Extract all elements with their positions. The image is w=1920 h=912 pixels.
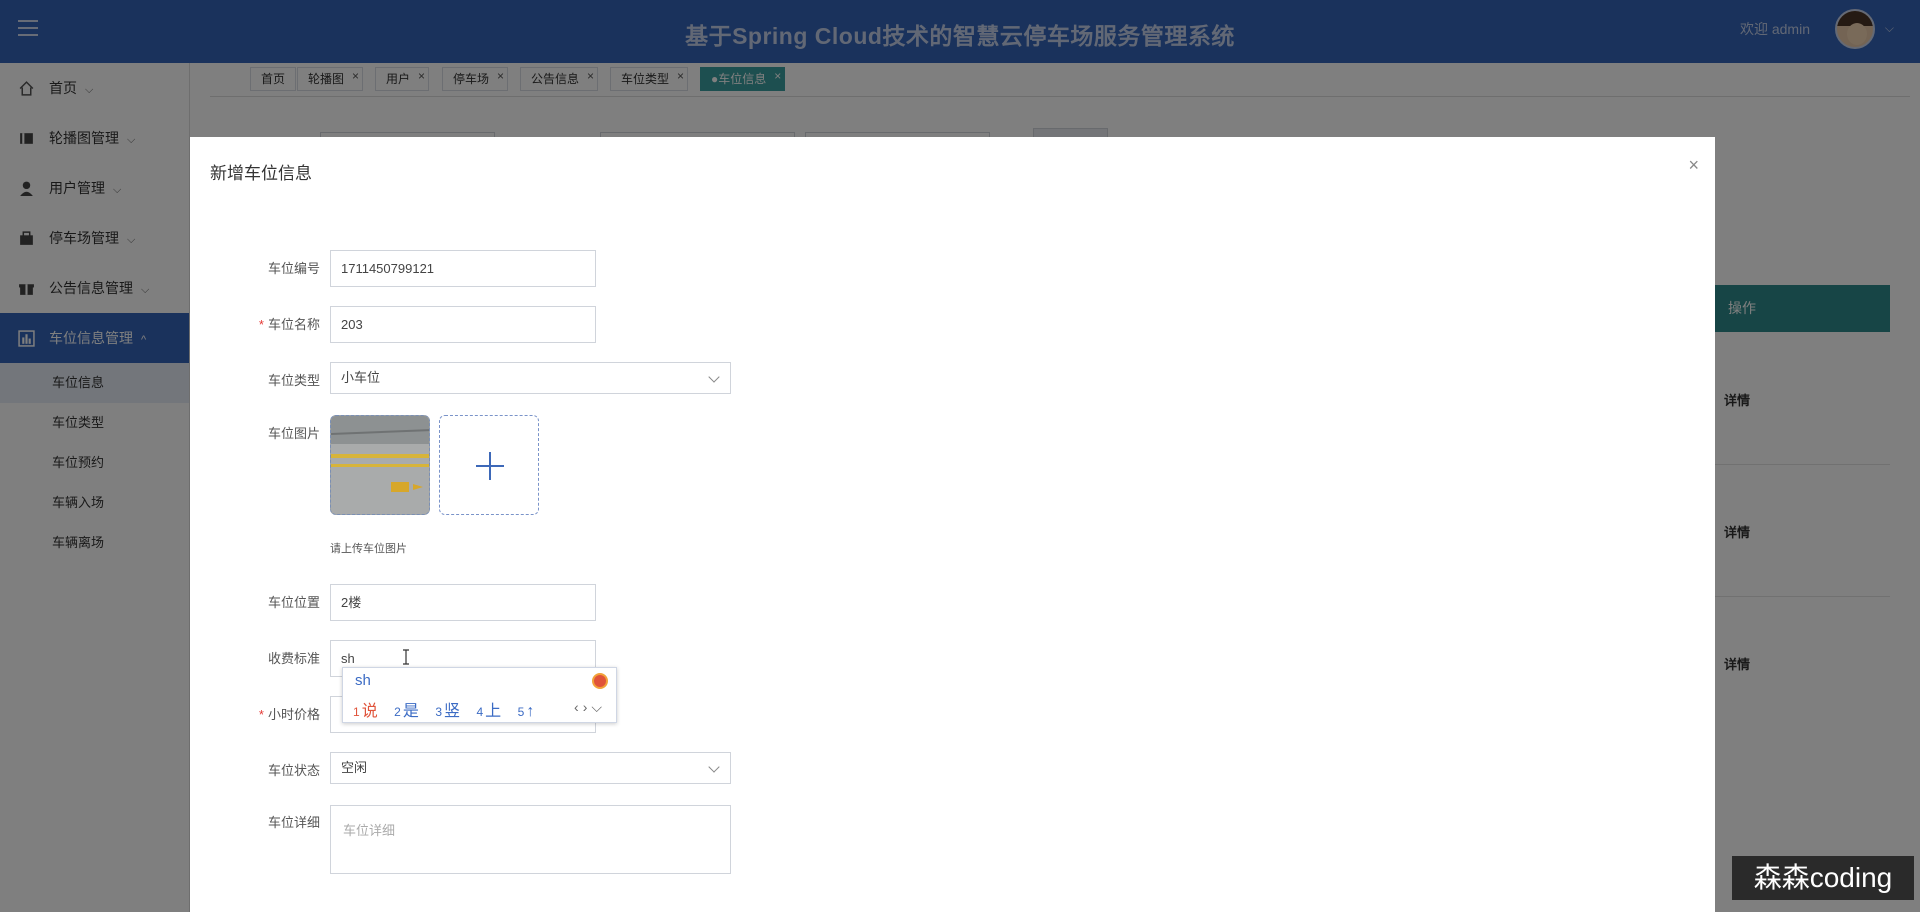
ime-composition: sh — [355, 672, 371, 689]
dialog-title: 新增车位信息 — [210, 164, 312, 183]
field-label-code: 车位编号 — [190, 258, 320, 277]
field-label-type: 车位类型 — [190, 370, 320, 389]
upload-hint: 请上传车位图片 — [330, 543, 407, 555]
label-text: 车位类型 — [267, 373, 320, 388]
chevron-down-icon — [708, 371, 720, 383]
candidate-text: 竖 — [444, 703, 461, 720]
chevron-left-icon[interactable]: ‹ — [574, 699, 583, 715]
candidate-number: 4 — [476, 705, 484, 719]
select-value: 小车位 — [341, 370, 381, 385]
ime-candidate[interactable]: 5 ↑ — [518, 703, 535, 721]
add-space-dialog: 新增车位信息 × 车位编号 1711450799121 * 车位名称 203 车位… — [190, 137, 1715, 912]
ime-logo-icon — [592, 673, 608, 689]
close-icon[interactable]: × — [1688, 155, 1699, 176]
chevron-down-icon[interactable]: ⌵ — [591, 699, 606, 715]
candidate-number: 1 — [353, 705, 360, 719]
ime-candidate[interactable]: 3竖 — [435, 697, 460, 721]
textarea-placeholder: 车位详细 — [343, 823, 396, 838]
image-upload-button[interactable] — [439, 415, 539, 515]
field-label-hourly: * 小时价格 — [190, 704, 320, 723]
candidate-number: 2 — [394, 705, 401, 719]
field-label-fee: 收费标准 — [190, 648, 320, 667]
label-text: 车位编号 — [267, 261, 320, 276]
ime-candidate[interactable]: 1说 — [353, 697, 378, 721]
ime-candidate-list: 1说 2是 3竖 4上 5 ↑ — [353, 697, 546, 721]
field-label-image: 车位图片 — [190, 423, 320, 442]
candidate-number: 5 — [517, 705, 525, 719]
space-status-select[interactable]: 空闲 — [330, 752, 731, 784]
ime-candidate-popup: sh 1说 2是 3竖 4上 5 ↑ ‹›⌵ — [342, 667, 617, 723]
label-text: 小时价格 — [267, 707, 320, 722]
field-label-name: * 车位名称 — [190, 314, 320, 333]
label-text: 车位详细 — [267, 815, 320, 830]
candidate-text: 是 — [402, 703, 419, 720]
plus-icon — [489, 452, 491, 480]
candidate-text: 上 — [485, 703, 502, 720]
ime-candidate[interactable]: 4上 — [476, 697, 501, 721]
chevron-down-icon — [708, 761, 720, 773]
label-text: 车位状态 — [267, 763, 320, 778]
space-location-input[interactable]: 2楼 — [330, 584, 596, 621]
label-text: 收费标准 — [267, 651, 320, 666]
space-detail-textarea[interactable]: 车位详细 — [330, 805, 731, 874]
watermark: 森森coding — [1732, 856, 1914, 900]
space-name-input[interactable]: 203 — [330, 306, 596, 343]
field-label-location: 车位位置 — [190, 592, 320, 611]
required-mark: * — [258, 317, 264, 332]
field-label-detail: 车位详细 — [190, 812, 320, 831]
candidate-number: 3 — [435, 705, 442, 719]
ime-page-nav[interactable]: ‹›⌵ — [574, 699, 606, 716]
label-text: 车位图片 — [267, 426, 320, 441]
select-value: 空闲 — [341, 760, 368, 775]
label-text: 车位位置 — [267, 595, 320, 610]
uploaded-image-thumbnail[interactable] — [330, 415, 430, 515]
ime-candidate[interactable]: 2是 — [394, 697, 419, 721]
space-type-select[interactable]: 小车位 — [330, 362, 731, 394]
text-cursor-icon — [403, 649, 409, 665]
parking-photo — [331, 416, 429, 514]
space-code-input[interactable]: 1711450799121 — [330, 250, 596, 287]
candidate-text: ↑ — [526, 703, 535, 720]
required-mark: * — [258, 707, 264, 722]
candidate-text: 说 — [361, 703, 378, 720]
label-text: 车位名称 — [267, 317, 320, 332]
field-label-status: 车位状态 — [190, 760, 320, 779]
